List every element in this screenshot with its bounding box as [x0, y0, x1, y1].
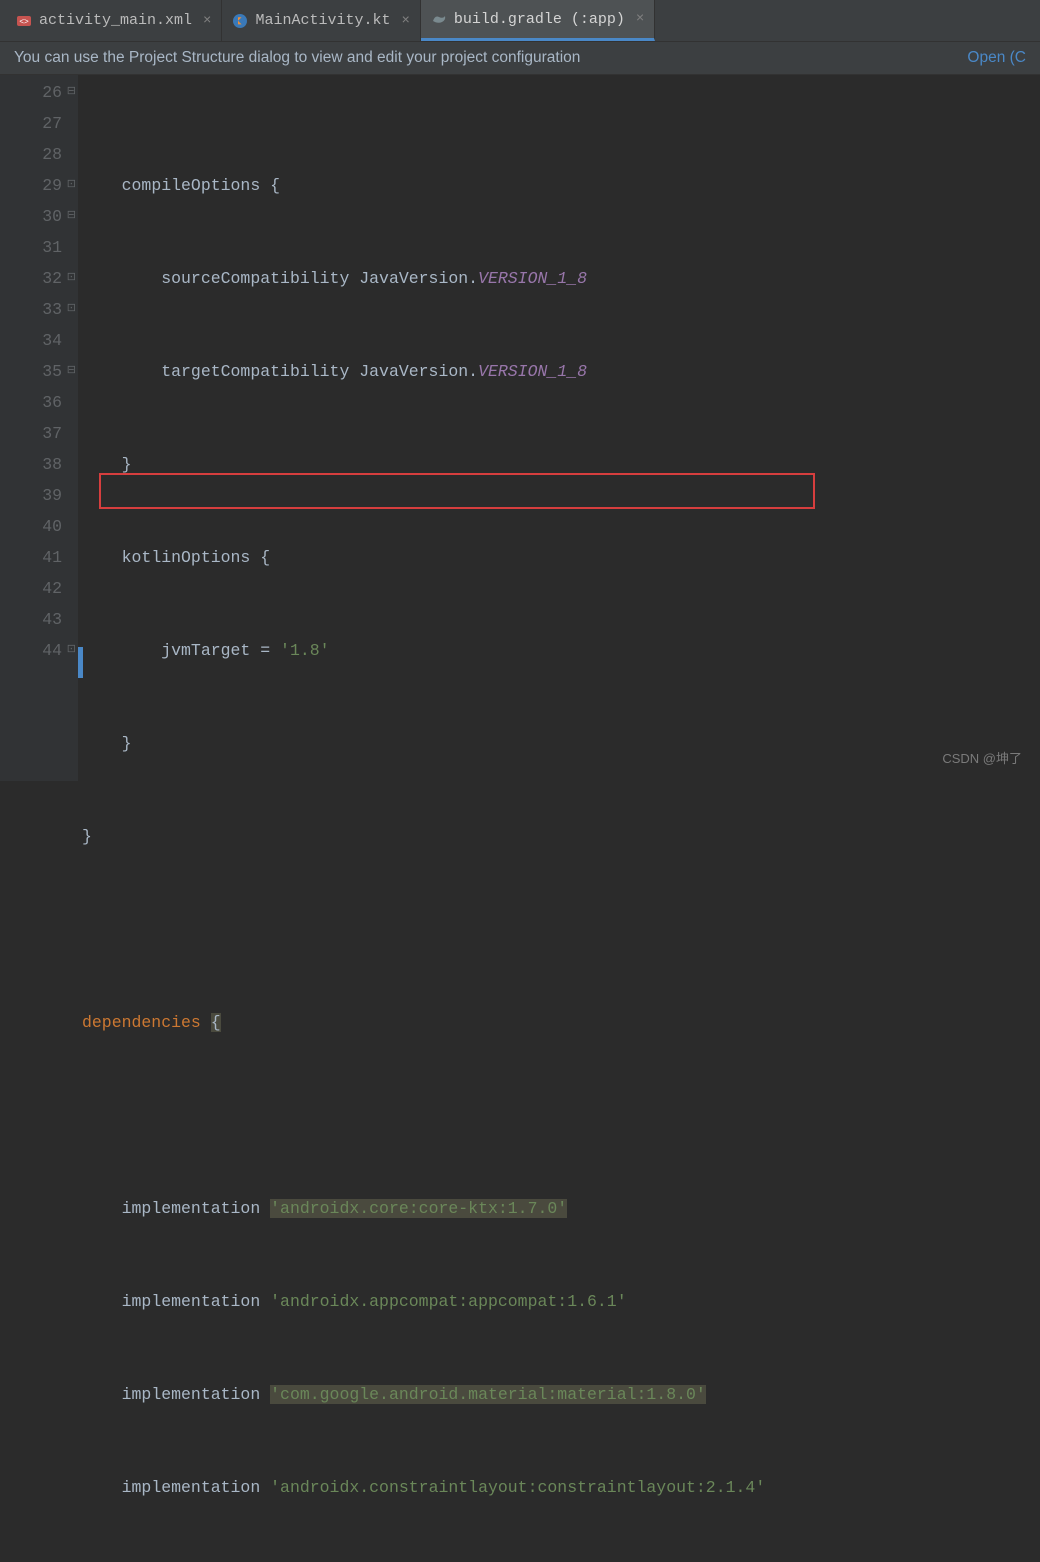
- fold-icon[interactable]: ⊟: [67, 201, 76, 232]
- fold-icon[interactable]: ⊡: [67, 263, 76, 294]
- gutter: 26⊟272829⊡30⊟3132⊡33⊡3435⊟36373839404142…: [0, 75, 78, 781]
- line-number: 43: [0, 604, 62, 635]
- change-marker: [78, 647, 83, 678]
- line-number: 39: [0, 480, 62, 511]
- code-editor[interactable]: 26⊟272829⊡30⊟3132⊡33⊡3435⊟36373839404142…: [0, 75, 1040, 781]
- line-number: 31: [0, 232, 62, 263]
- line-number: 32⊡: [0, 263, 62, 294]
- kotlin-file-icon: [232, 13, 248, 29]
- line-number: 37: [0, 418, 62, 449]
- project-structure-banner: You can use the Project Structure dialog…: [0, 42, 1040, 75]
- tab-label: activity_main.xml: [39, 12, 192, 29]
- line-number: 40: [0, 511, 62, 542]
- close-icon[interactable]: ×: [636, 11, 644, 27]
- line-number: 33⊡: [0, 294, 62, 325]
- code-area[interactable]: compileOptions { sourceCompatibility Jav…: [78, 75, 1040, 781]
- tab-activity-main[interactable]: <> activity_main.xml ×: [6, 0, 222, 41]
- gradle-file-icon: [431, 11, 447, 27]
- line-number: 34: [0, 325, 62, 356]
- line-number: 30⊟: [0, 201, 62, 232]
- watermark: CSDN @坤了: [942, 748, 1022, 767]
- tab-label: build.gradle (:app): [454, 11, 625, 28]
- line-number: 35⊟: [0, 356, 62, 387]
- line-number: 29⊡: [0, 170, 62, 201]
- open-link[interactable]: Open (C: [967, 49, 1026, 67]
- line-number: 38: [0, 449, 62, 480]
- line-number: 41: [0, 542, 62, 573]
- line-number: 42: [0, 573, 62, 604]
- fold-icon[interactable]: ⊡: [67, 635, 76, 666]
- line-number: 28: [0, 139, 62, 170]
- fold-icon[interactable]: ⊟: [67, 77, 76, 108]
- close-icon[interactable]: ×: [203, 13, 211, 29]
- line-number: 26⊟: [0, 77, 62, 108]
- fold-icon[interactable]: ⊡: [67, 294, 76, 325]
- line-number: 36: [0, 387, 62, 418]
- close-icon[interactable]: ×: [401, 13, 409, 29]
- banner-message: You can use the Project Structure dialog…: [14, 49, 580, 67]
- fold-icon[interactable]: ⊡: [67, 170, 76, 201]
- line-number: 27: [0, 108, 62, 139]
- line-number: 44⊡: [0, 635, 62, 666]
- svg-text:<>: <>: [19, 17, 29, 26]
- tab-main-activity[interactable]: MainActivity.kt ×: [222, 0, 420, 41]
- fold-icon[interactable]: ⊟: [67, 356, 76, 387]
- tab-bar: <> activity_main.xml × MainActivity.kt ×…: [0, 0, 1040, 42]
- tab-label: MainActivity.kt: [255, 12, 390, 29]
- xml-file-icon: <>: [16, 13, 32, 29]
- tab-build-gradle[interactable]: build.gradle (:app) ×: [421, 0, 655, 41]
